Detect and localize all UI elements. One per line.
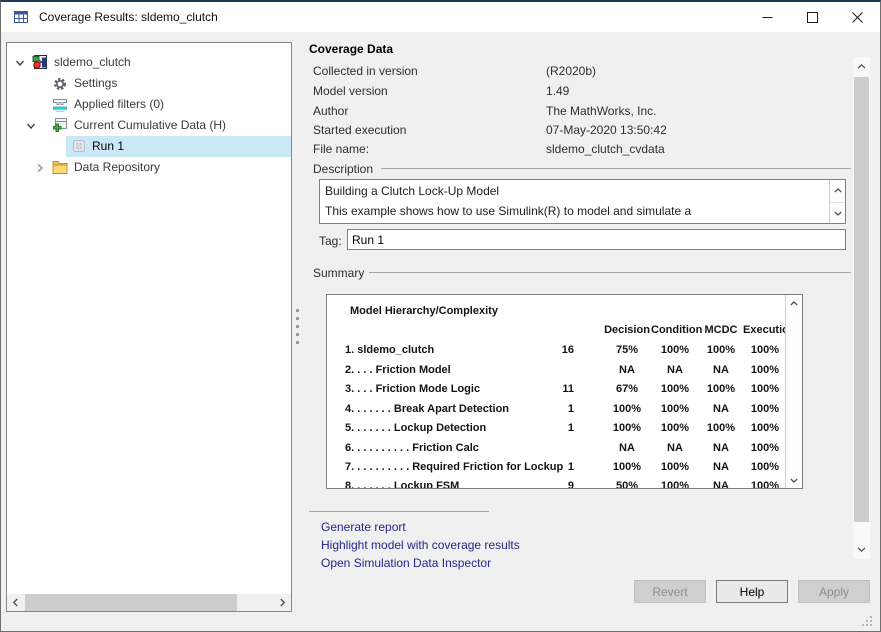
scroll-up-icon[interactable] — [830, 180, 845, 202]
panel-vertical-scrollbar[interactable] — [853, 57, 870, 559]
panel-scrollbar-thumb[interactable] — [854, 77, 869, 522]
window-title: Coverage Results: sldemo_clutch — [39, 10, 218, 24]
tree-item-run-1[interactable]: Run 1 — [7, 136, 291, 157]
close-button[interactable] — [835, 2, 880, 32]
chevron-right-icon[interactable] — [35, 162, 45, 172]
scroll-down-icon[interactable] — [830, 202, 845, 225]
summary-label: Summary — [313, 266, 364, 280]
field-value: The MathWorks, Inc. — [546, 104, 656, 118]
titlebar[interactable]: Coverage Results: sldemo_clutch — [1, 2, 880, 32]
scroll-left-icon[interactable] — [7, 594, 24, 611]
tag-input[interactable] — [347, 229, 846, 250]
tree-item-current-cumulative-data[interactable]: Current Cumulative Data (H) — [7, 115, 291, 136]
description-line: This example shows how to use Simulink(R… — [325, 204, 691, 218]
tree-item-settings[interactable]: Settings — [7, 73, 291, 94]
revert-button[interactable]: Revert — [634, 580, 706, 603]
cumulative-data-icon — [52, 117, 68, 136]
coverage-results-window: Coverage Results: sldemo_clutch — [0, 0, 881, 632]
table-row: 2. . . . Friction Model NANA NA100% — [345, 364, 787, 376]
window-controls — [745, 2, 880, 32]
column-header: Decision — [603, 324, 651, 336]
minimize-button[interactable] — [745, 2, 790, 32]
run-icon — [71, 138, 87, 157]
tree-scrollbar-thumb[interactable] — [25, 594, 237, 611]
scroll-down-icon[interactable] — [853, 542, 870, 557]
scroll-up-icon[interactable] — [853, 59, 870, 74]
filter-icon — [52, 98, 68, 116]
gear-icon — [53, 77, 67, 94]
description-label: Description — [313, 162, 373, 176]
summary-table-header: Decision Condition MCDC Execution — [345, 324, 787, 336]
column-header: MCDC — [699, 324, 743, 336]
generate-report-link[interactable]: Generate report — [321, 520, 406, 534]
scroll-right-icon[interactable] — [274, 594, 291, 611]
links-divider — [309, 511, 489, 512]
maximize-button[interactable] — [790, 2, 835, 32]
field-value: 07-May-2020 13:50:42 — [546, 123, 667, 137]
description-line: Building a Clutch Lock-Up Model — [325, 184, 499, 198]
column-header: Execution — [743, 324, 787, 336]
tree-item-label: Settings — [74, 76, 117, 90]
apply-button[interactable]: Apply — [798, 580, 870, 603]
folder-icon — [52, 160, 68, 177]
description-textarea[interactable]: Building a Clutch Lock-Up Model This exa… — [319, 179, 846, 224]
tree-item-sldemo-clutch[interactable]: sldemo_clutch — [7, 52, 291, 73]
chevron-down-icon[interactable] — [15, 57, 25, 67]
tree-horizontal-scrollbar[interactable] — [7, 594, 291, 611]
description-scrollbar[interactable] — [829, 180, 845, 223]
scroll-down-icon[interactable] — [786, 472, 802, 488]
table-row: 6. . . . . . . . . . Friction Calc NANA … — [345, 442, 787, 454]
panel-splitter[interactable] — [294, 309, 300, 353]
summary-table-scrollbar[interactable] — [785, 295, 802, 488]
tree-item-label: Data Repository — [74, 160, 160, 174]
summary-table: Model Hierarchy/Complexity Decision Cond… — [326, 294, 803, 489]
results-tree-panel: sldemo_clutch Settings Applied filters (… — [6, 42, 292, 612]
summary-table-title: Model Hierarchy/Complexity — [350, 305, 498, 317]
field-value: sldemo_clutch_cvdata — [546, 142, 665, 156]
simulink-model-icon — [32, 54, 48, 73]
field-label: Author — [313, 104, 348, 118]
field-label: Started execution — [313, 123, 406, 137]
tree-item-data-repository[interactable]: Data Repository — [7, 157, 291, 178]
column-header: Condition — [651, 324, 699, 336]
description-divider — [381, 168, 851, 169]
summary-divider — [369, 272, 851, 273]
table-row: 7. . . . . . . . . . Required Friction f… — [345, 461, 787, 473]
tag-label: Tag: — [319, 234, 342, 248]
table-row: 8. . . . . . . Lockup FSM9 50%100% NA100… — [345, 480, 787, 489]
field-label: File name: — [313, 142, 369, 156]
tree-item-label: Current Cumulative Data (H) — [74, 118, 226, 132]
tree-item-label: Run 1 — [92, 139, 124, 153]
resize-grip-icon[interactable] — [861, 614, 873, 632]
panel-title: Coverage Data — [309, 42, 393, 56]
table-row: 1. sldemo_clutch16 75%100% 100%100% — [345, 344, 787, 356]
tree-item-applied-filters[interactable]: Applied filters (0) — [7, 94, 291, 115]
field-label: Collected in version — [313, 64, 418, 78]
tree-item-label: sldemo_clutch — [54, 55, 131, 69]
table-row: 3. . . . Friction Mode Logic11 67%100% 1… — [345, 383, 787, 395]
tree-item-label: Applied filters (0) — [74, 97, 164, 111]
chevron-down-icon[interactable] — [26, 120, 36, 130]
field-value: 1.49 — [546, 84, 569, 98]
field-value: (R2020b) — [546, 64, 596, 78]
open-sdi-link[interactable]: Open Simulation Data Inspector — [321, 556, 491, 570]
field-label: Model version — [313, 84, 388, 98]
help-button[interactable]: Help — [716, 580, 788, 603]
scroll-up-icon[interactable] — [786, 295, 802, 311]
coverage-results-icon — [13, 9, 29, 25]
table-row: 5. . . . . . . Lockup Detection1 100%100… — [345, 422, 787, 434]
highlight-model-link[interactable]: Highlight model with coverage results — [321, 538, 520, 552]
table-row: 4. . . . . . . Break Apart Detection1 10… — [345, 403, 787, 415]
